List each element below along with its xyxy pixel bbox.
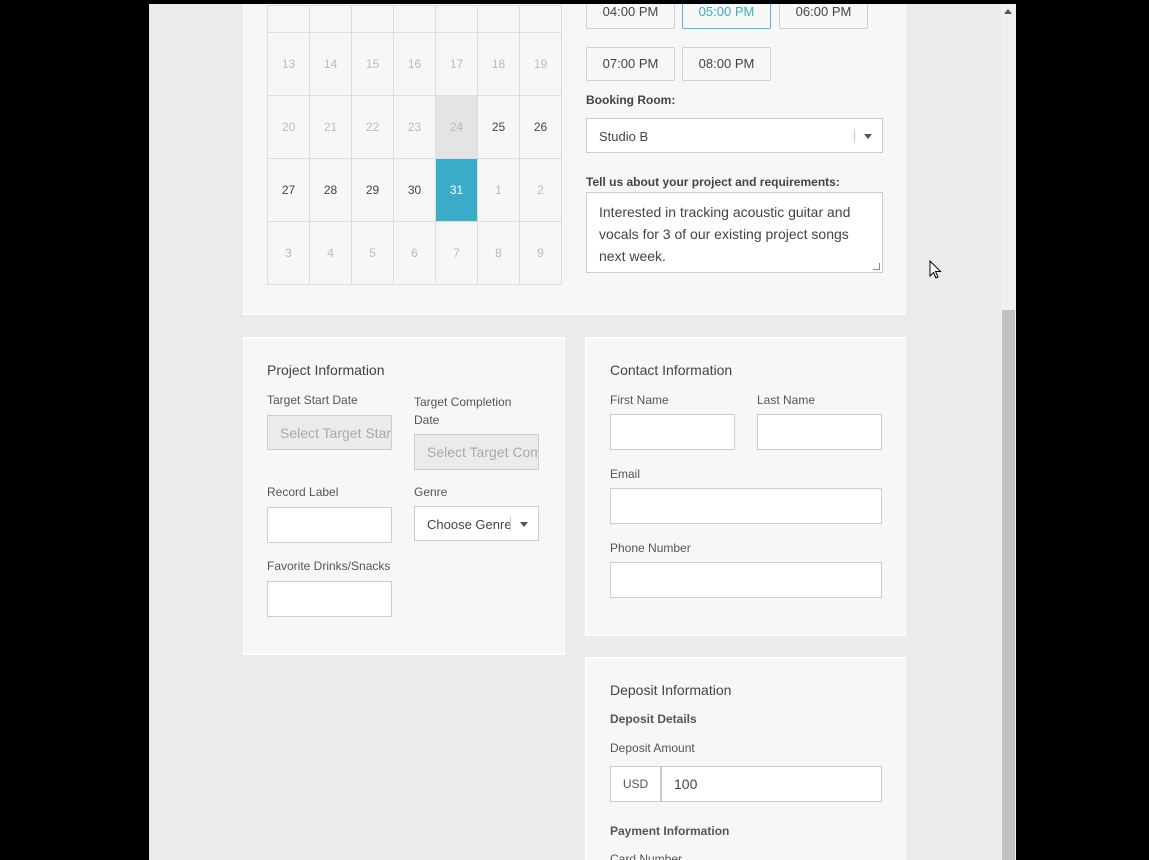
vertical-scrollbar[interactable]: [1001, 4, 1016, 860]
payment-info-label: Payment Information: [610, 824, 730, 838]
drinks-label: Favorite Drinks/Snacks: [267, 559, 391, 573]
last-name-input[interactable]: [757, 414, 882, 450]
project-requirements-label: Tell us about your project and requireme…: [586, 175, 840, 189]
calendar-day[interactable]: 25: [477, 95, 520, 159]
calendar-day: 13: [267, 32, 310, 96]
email-input[interactable]: [610, 488, 882, 524]
deposit-info-title: Deposit Information: [610, 682, 732, 698]
record-label-label: Record Label: [267, 485, 339, 499]
time-slot-button[interactable]: 07:00 PM: [586, 47, 675, 81]
phone-label: Phone Number: [610, 541, 691, 555]
calendar-day: 24: [435, 95, 478, 159]
calendar-day: 20: [267, 95, 310, 159]
calendar-day: 7: [435, 221, 478, 285]
project-info-title: Project Information: [267, 362, 385, 378]
calendar-day: [351, 5, 394, 33]
deposit-amount-input[interactable]: 100: [661, 766, 882, 802]
select-separator: [510, 517, 511, 531]
scroll-up-icon[interactable]: [1004, 9, 1012, 14]
deposit-details-label: Deposit Details: [610, 712, 697, 726]
calendar-day: 22: [351, 95, 394, 159]
calendar-day: 17: [435, 32, 478, 96]
page-viewport: 13 14 15 16 17 18 19 20 21 22 23 24 25 26 27 28 29 30 31 1 2…: [149, 4, 1016, 860]
time-slot-button[interactable]: 04:00 PM: [586, 4, 675, 29]
calendar-day: 6: [393, 221, 436, 285]
calendar-day[interactable]: 30: [393, 158, 436, 222]
start-date-input[interactable]: Select Target Start Date: [267, 415, 392, 450]
calendar-day: [309, 5, 352, 33]
deposit-info-panel: Deposit Information Deposit Details Depo…: [585, 657, 906, 860]
first-name-input[interactable]: [610, 414, 735, 450]
calendar-week: 3456789: [267, 221, 562, 285]
phone-input[interactable]: [610, 562, 882, 598]
calendar-day: 1: [477, 158, 520, 222]
genre-label: Genre: [414, 485, 448, 499]
mouse-cursor-icon: [929, 260, 942, 279]
genre-select[interactable]: Choose Genre: [414, 506, 539, 541]
calendar-day: [393, 5, 436, 33]
contact-info-panel: Contact Information First Name Last Name…: [585, 337, 906, 636]
first-name-label: First Name: [610, 393, 669, 407]
booking-panel: 13 14 15 16 17 18 19 20 21 22 23 24 25 26 27 28 29 30 31 1 2…: [243, 4, 906, 315]
chevron-down-icon: [520, 522, 528, 527]
calendar-day[interactable]: 28: [309, 158, 352, 222]
booking-room-select[interactable]: Studio B: [586, 118, 883, 153]
calendar-week: 27 28 29 30 31 1 2: [267, 158, 562, 222]
time-slot-button[interactable]: 08:00 PM: [682, 47, 771, 81]
calendar-day: [477, 5, 520, 33]
calendar-day: 21: [309, 95, 352, 159]
time-slot-button[interactable]: 06:00 PM: [779, 4, 868, 29]
project-info-panel: Project Information Target Start Date Se…: [243, 337, 565, 655]
calendar-day: 18: [477, 32, 520, 96]
calendar-day: [519, 5, 562, 33]
contact-info-title: Contact Information: [610, 362, 733, 378]
drinks-input[interactable]: [267, 581, 392, 617]
email-label: Email: [610, 467, 641, 481]
calendar-day: 4: [309, 221, 352, 285]
resize-handle[interactable]: [873, 263, 880, 270]
booking-room-label: Booking Room:: [586, 93, 676, 107]
completion-date-label: Target Completion Date: [414, 395, 512, 427]
start-date-label: Target Start Date: [267, 393, 358, 407]
calendar-day: 5: [351, 221, 394, 285]
calendar-day: [267, 5, 310, 33]
calendar-day: 14: [309, 32, 352, 96]
deposit-amount-label: Deposit Amount: [610, 741, 695, 755]
genre-placeholder: Choose Genre: [427, 517, 512, 532]
chevron-down-icon: [864, 134, 872, 139]
card-number-label: Card Number: [610, 852, 683, 860]
project-requirements-textarea[interactable]: Interested in tracking acoustic guitar a…: [586, 192, 883, 273]
calendar-day: [435, 5, 478, 33]
last-name-label: Last Name: [757, 393, 816, 407]
calendar-day: 2: [519, 158, 562, 222]
calendar-week: 20 21 22 23 24 25 26: [267, 95, 562, 159]
calendar-day: 16: [393, 32, 436, 96]
calendar-day: 23: [393, 95, 436, 159]
calendar-day: 3: [267, 221, 310, 285]
calendar-day: 19: [519, 32, 562, 96]
calendar-grid: 13 14 15 16 17 18 19 20 21 22 23 24 25 26 27 28 29 30 31 1 2…: [267, 5, 562, 285]
currency-addon: USD: [610, 766, 661, 802]
calendar-day: 15: [351, 32, 394, 96]
calendar-day-selected[interactable]: 31: [435, 158, 478, 222]
calendar-day[interactable]: 27: [267, 158, 310, 222]
completion-date-input[interactable]: Select Target Completion Date: [414, 434, 539, 470]
calendar-day: 8: [477, 221, 520, 285]
time-slot-button[interactable]: 05:00 PM: [682, 4, 771, 29]
project-requirements-text: Interested in tracking acoustic guitar a…: [599, 204, 851, 264]
scrollbar-thumb[interactable]: [1002, 310, 1015, 860]
record-label-input[interactable]: [267, 507, 392, 543]
calendar-day: 9: [519, 221, 562, 285]
select-separator: [854, 129, 855, 143]
calendar-week: 13 14 15 16 17 18 19: [267, 32, 562, 96]
calendar-day[interactable]: 26: [519, 95, 562, 159]
booking-room-value: Studio B: [599, 129, 649, 144]
calendar-day[interactable]: 29: [351, 158, 394, 222]
